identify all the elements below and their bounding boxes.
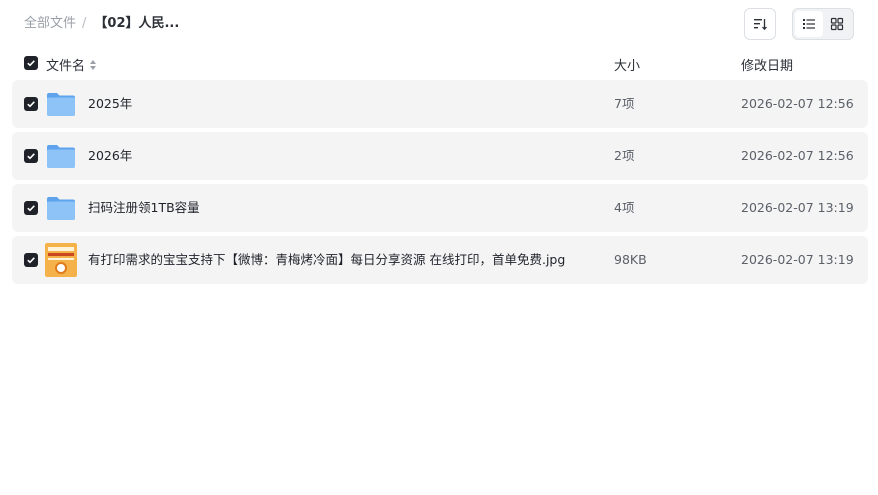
file-size: 98KB xyxy=(614,252,647,267)
row-checkbox[interactable] xyxy=(24,149,38,163)
file-size: 2项 xyxy=(614,148,635,163)
checkmark-icon xyxy=(27,205,35,212)
file-size: 4项 xyxy=(614,200,635,215)
table-row[interactable]: 扫码注册领1TB容量 4项 2026-02-07 13:19 xyxy=(12,184,868,232)
row-checkbox[interactable] xyxy=(24,201,38,215)
row-checkbox[interactable] xyxy=(24,253,38,267)
file-name[interactable]: 扫码注册领1TB容量 xyxy=(88,198,200,218)
sort-button[interactable] xyxy=(744,8,776,40)
image-thumbnail-icon xyxy=(45,243,77,277)
checkmark-icon xyxy=(27,101,35,108)
select-all-checkbox[interactable] xyxy=(24,56,38,70)
folder-icon xyxy=(47,197,75,220)
sort-toggle-icon[interactable] xyxy=(89,59,97,71)
column-header-size[interactable]: 大小 xyxy=(614,55,640,74)
file-name[interactable]: 有打印需求的宝宝支持下【微博：青梅烤冷面】每日分享资源 在线打印，首单免费.jp… xyxy=(88,250,565,270)
file-modified-date: 2026-02-07 12:56 xyxy=(741,96,854,111)
file-modified-date: 2026-02-07 13:19 xyxy=(741,252,854,267)
list-view-button[interactable] xyxy=(795,11,823,37)
grid-view-icon xyxy=(830,17,844,31)
breadcrumb-root-link[interactable]: 全部文件 xyxy=(24,14,76,34)
table-header: 文件名 大小 修改日期 xyxy=(0,52,878,76)
checkmark-icon xyxy=(27,60,35,67)
table-row[interactable]: 有打印需求的宝宝支持下【微博：青梅烤冷面】每日分享资源 在线打印，首单免费.jp… xyxy=(12,236,868,284)
breadcrumb-separator: / xyxy=(82,16,87,31)
list-view-icon xyxy=(803,19,815,29)
file-name[interactable]: 2025年 xyxy=(88,94,132,114)
folder-icon xyxy=(47,145,75,168)
file-name[interactable]: 2026年 xyxy=(88,146,132,166)
column-header-name-label: 文件名 xyxy=(46,59,86,74)
file-size: 7项 xyxy=(614,96,635,111)
folder-icon xyxy=(47,93,75,116)
checkmark-icon xyxy=(27,257,35,264)
view-toggle-group xyxy=(792,8,854,40)
top-bar: 全部文件 / 【02】人民... xyxy=(0,0,878,48)
file-modified-date: 2026-02-07 12:56 xyxy=(741,148,854,163)
row-checkbox[interactable] xyxy=(24,97,38,111)
sort-icon xyxy=(754,19,767,31)
grid-view-button[interactable] xyxy=(823,11,851,37)
column-header-modified[interactable]: 修改日期 xyxy=(741,55,793,74)
checkmark-icon xyxy=(27,153,35,160)
table-row[interactable]: 2026年 2项 2026-02-07 12:56 xyxy=(12,132,868,180)
file-modified-date: 2026-02-07 13:19 xyxy=(741,200,854,215)
breadcrumb: 全部文件 / 【02】人民... xyxy=(24,14,179,34)
table-row[interactable]: 2025年 7项 2026-02-07 12:56 xyxy=(12,80,868,128)
breadcrumb-current: 【02】人民... xyxy=(94,16,180,31)
column-header-name[interactable]: 文件名 xyxy=(46,55,97,74)
